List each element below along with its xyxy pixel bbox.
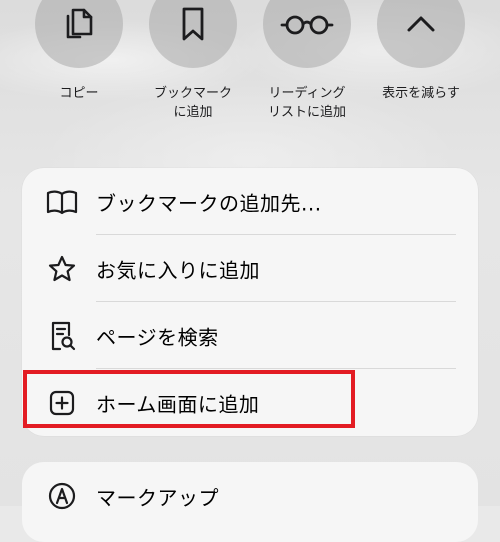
menu-item-label: ページを検索 [96,325,219,349]
menu-item-bookmark-to[interactable]: ブックマークの追加先... [22,168,478,235]
chevron-up-icon [407,16,435,32]
add-reading-list-action[interactable]: リーディング リストに追加 [252,0,362,122]
show-less-button[interactable] [377,0,465,68]
menu-item-markup[interactable]: マークアップ [96,482,219,511]
add-bookmark-button[interactable] [149,0,237,68]
quick-actions-row: コピー ブックマーク に追加 リーディング リストに追加 表示を減らす [0,0,500,150]
reading-glasses-icon [280,15,334,35]
add-bookmark-label: ブックマーク に追加 [153,86,232,120]
copy-action[interactable]: コピー [24,0,134,103]
copy-icon [66,8,93,39]
add-reading-list-button[interactable] [263,0,351,68]
copy-label: コピー [59,86,99,101]
show-less-action[interactable]: 表示を減らす [366,0,476,103]
share-menu-card-2: マークアップ [22,462,478,542]
highlight-box [23,370,355,428]
menu-item-find-on-page[interactable]: ページを検索 [22,302,478,369]
menu-item-label: ブックマークの追加先... [96,191,322,215]
add-reading-list-label: リーディング リストに追加 [267,86,346,120]
markup-pen-icon [46,480,78,512]
bookmark-icon [182,7,204,41]
book-icon [46,186,78,218]
copy-button[interactable] [35,0,123,68]
menu-item-label: お気に入りに追加 [96,258,260,282]
menu-item-add-favorites[interactable]: お気に入りに追加 [22,235,478,302]
star-icon [46,253,78,285]
add-bookmark-action[interactable]: ブックマーク に追加 [138,0,248,122]
show-less-label: 表示を減らす [382,86,460,101]
find-in-page-icon [46,320,78,352]
